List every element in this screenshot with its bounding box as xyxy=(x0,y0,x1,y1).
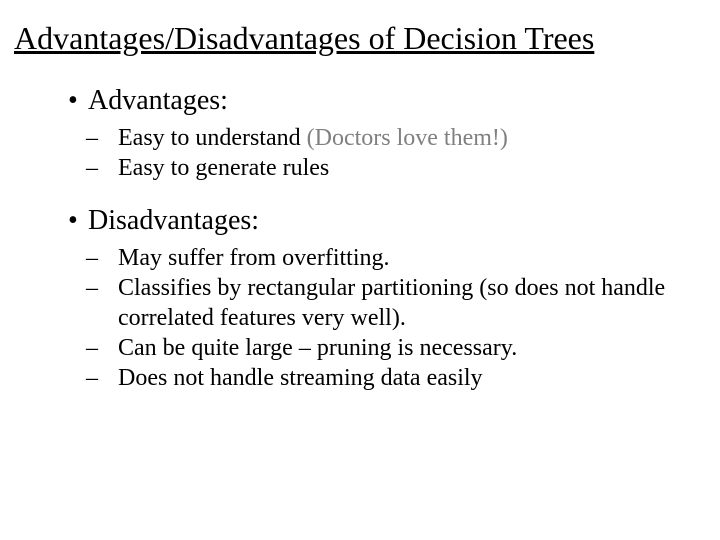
item-text: May suffer from overfitting. xyxy=(118,245,390,271)
section-label: Advantages: xyxy=(88,85,228,116)
advantages-list: –Easy to understand (Doctors love them!)… xyxy=(102,123,680,183)
section-heading-disadvantages: •Disadvantages: xyxy=(68,205,680,237)
item-text: Can be quite large – pruning is necessar… xyxy=(118,335,517,361)
dash-icon: – xyxy=(102,243,118,273)
list-item: –Classifies by rectangular partitioning … xyxy=(102,273,680,333)
disadvantages-list: –May suffer from overfitting. –Classifie… xyxy=(102,243,680,393)
dash-icon: – xyxy=(102,333,118,363)
list-item: –Can be quite large – pruning is necessa… xyxy=(102,333,680,363)
bullet-dot-icon: • xyxy=(68,205,88,237)
slide-title: Advantages/Disadvantages of Decision Tre… xyxy=(0,0,720,61)
item-text: Classifies by rectangular partitioning (… xyxy=(118,275,665,331)
list-item: –Easy to generate rules xyxy=(102,153,680,183)
section-label: Disadvantages: xyxy=(88,205,259,236)
list-item: –Does not handle streaming data easily xyxy=(102,363,680,393)
bullet-dot-icon: • xyxy=(68,85,88,117)
slide-content: •Advantages: –Easy to understand (Doctor… xyxy=(0,61,720,393)
section-heading-advantages: •Advantages: xyxy=(68,85,680,117)
item-text: Does not handle streaming data easily xyxy=(118,365,483,391)
list-item: –Easy to understand (Doctors love them!) xyxy=(102,123,680,153)
item-text: Easy to generate rules xyxy=(118,155,329,181)
dash-icon: – xyxy=(102,273,118,303)
dash-icon: – xyxy=(102,363,118,393)
item-note: (Doctors love them!) xyxy=(307,125,508,151)
item-text: Easy to understand xyxy=(118,125,307,151)
slide: Advantages/Disadvantages of Decision Tre… xyxy=(0,0,720,540)
list-item: –May suffer from overfitting. xyxy=(102,243,680,273)
dash-icon: – xyxy=(102,153,118,183)
dash-icon: – xyxy=(102,123,118,153)
